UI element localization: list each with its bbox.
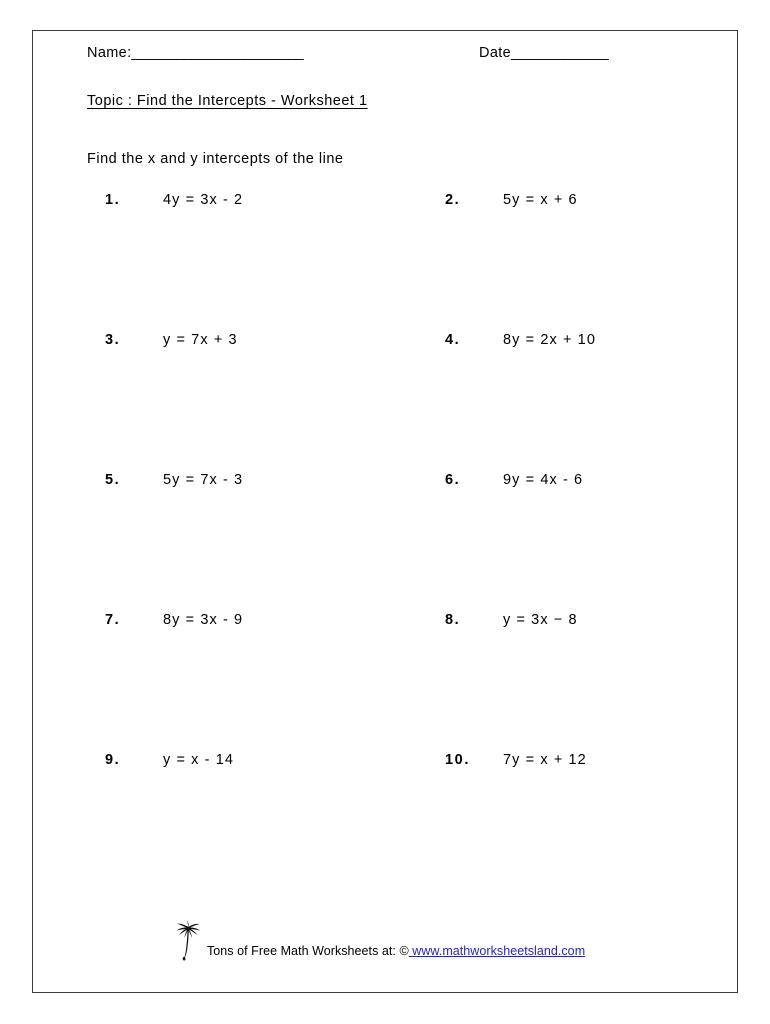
problem-number: 4.	[445, 332, 461, 348]
name-blank-rule: _______________________	[131, 45, 304, 61]
problem-item-9: 9. y = x - 14	[105, 749, 234, 771]
problem-row: 1. 4y = 3x - 2 2. 5y = x + 6	[33, 189, 737, 329]
problem-equation: 9y = 4x - 6	[503, 472, 584, 488]
problem-list: 1. 4y = 3x - 2 2. 5y = x + 6 3. y = 7x + 3 …	[33, 189, 737, 889]
instruction-text: Find the x and y intercepts of the line	[87, 151, 344, 167]
problem-row: 3. y = 7x + 3 4. 8y = 2x + 10	[33, 329, 737, 469]
footer-inner: Tons of Free Math Worksheets at: © www.m…	[173, 917, 585, 967]
footer-credit-text: Tons of Free Math Worksheets at: ©	[207, 944, 409, 958]
problem-item-8: 8. y = 3x − 8	[445, 609, 578, 631]
problem-item-1: 1. 4y = 3x - 2	[105, 189, 243, 211]
problem-item-4: 4. 8y = 2x + 10	[445, 329, 596, 351]
worksheet-footer: Tons of Free Math Worksheets at: © www.m…	[33, 911, 737, 967]
problem-item-3: 3. y = 7x + 3	[105, 329, 238, 351]
problem-row: 7. 8y = 3x - 9 8. y = 3x − 8	[33, 609, 737, 749]
problem-item-5: 5. 5y = 7x - 3	[105, 469, 243, 491]
date-label: Date	[479, 45, 512, 61]
problem-equation: 8y = 2x + 10	[503, 332, 597, 348]
problem-equation: y = x - 14	[163, 752, 235, 768]
problem-equation: 7y = x + 12	[503, 752, 587, 768]
problem-equation: y = 7x + 3	[163, 332, 238, 348]
footer-text-block: Tons of Free Math Worksheets at: © www.m…	[207, 943, 585, 967]
problem-number: 7.	[105, 612, 121, 628]
problem-number: 8.	[445, 612, 461, 628]
palm-tree-icon	[176, 920, 200, 961]
topic-text: Topic : Find the Intercepts - Worksheet …	[87, 93, 368, 109]
problem-item-10: 10. 7y = x + 12	[445, 749, 587, 771]
problem-item-7: 7. 8y = 3x - 9	[105, 609, 243, 631]
problem-number: 5.	[105, 472, 121, 488]
problem-number: 1.	[105, 192, 121, 208]
problem-number: 9.	[105, 752, 121, 768]
problem-row: 9. y = x - 14 10. 7y = x + 12	[33, 749, 737, 889]
problem-equation: y = 3x − 8	[503, 612, 578, 628]
problem-item-6: 6. 9y = 4x - 6	[445, 469, 583, 491]
problem-number: 10.	[445, 752, 470, 768]
mathworksheetsland-link[interactable]: www.mathworksheetsland.com	[409, 944, 585, 958]
name-label: Name:	[87, 45, 132, 61]
worksheet-page: Name:_______________________ Date_______…	[32, 30, 738, 993]
date-field: Date_____________	[479, 45, 609, 61]
problem-number: 3.	[105, 332, 121, 348]
date-blank-rule: _____________	[511, 45, 609, 61]
problem-equation: 5y = x + 6	[503, 192, 578, 208]
problem-number: 6.	[445, 472, 461, 488]
problem-equation: 5y = 7x - 3	[163, 472, 244, 488]
topic-line: Topic : Find the Intercepts - Worksheet …	[87, 93, 368, 109]
name-field: Name:_______________________	[87, 45, 304, 61]
problem-row: 5. 5y = 7x - 3 6. 9y = 4x - 6	[33, 469, 737, 609]
problem-number: 2.	[445, 192, 461, 208]
worksheet-header: Name:_______________________ Date_______…	[33, 45, 737, 69]
problem-item-2: 2. 5y = x + 6	[445, 189, 578, 211]
problem-equation: 4y = 3x - 2	[163, 192, 244, 208]
problem-equation: 8y = 3x - 9	[163, 612, 244, 628]
